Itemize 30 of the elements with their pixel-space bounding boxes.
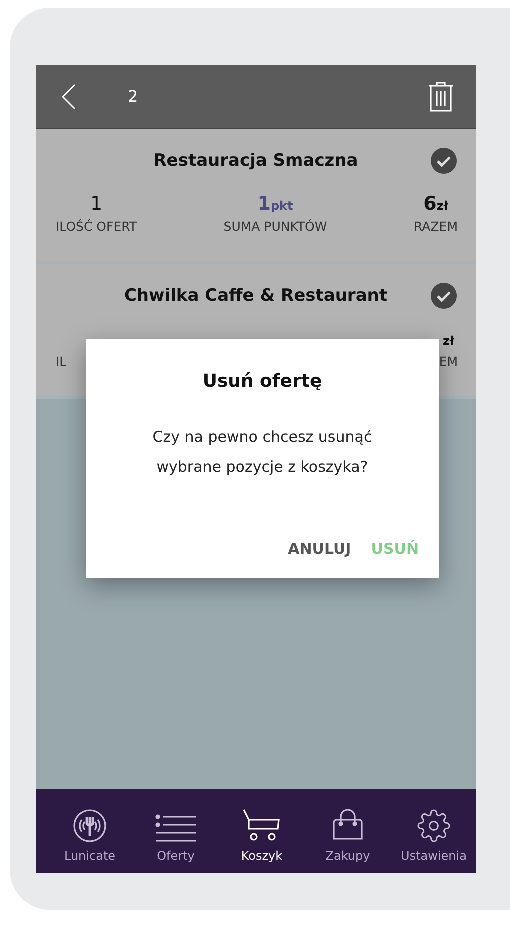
- nav-tab[interactable]: Koszyk: [222, 789, 302, 873]
- cart-icon: [243, 809, 281, 843]
- stat-value: zł: [442, 333, 454, 350]
- cancel-button[interactable]: ANULUJ: [288, 540, 352, 558]
- list-icon: [155, 813, 197, 843]
- dialog-title: Usuń ofertę: [202, 371, 322, 392]
- fork-logo-icon: [73, 809, 107, 843]
- stat-label: SUMA PUNKTÓW: [224, 219, 328, 234]
- stat-value: 1: [90, 193, 103, 215]
- restaurant-name: Restauracja Smaczna: [154, 151, 358, 171]
- stat-value: 6zł: [424, 193, 448, 215]
- dialog-message: Czy na pewno chcesz usunąć wybrane pozycje z koszyka?: [152, 427, 374, 478]
- bag-icon: [331, 809, 365, 843]
- nav-tab[interactable]: Zakupy: [308, 789, 388, 873]
- nav-tab[interactable]: Oferty: [136, 789, 216, 873]
- settings-icon: [417, 809, 451, 843]
- restaurant-name: Chwilka Caffe & Restaurant: [124, 286, 388, 306]
- nav-tab[interactable]: Lunicate: [50, 789, 130, 873]
- restaurant-card[interactable]: Restauracja Smaczna 1 ILOŚĆ OFERT 1pkt SUMA PUNKTÓW 6zł RAZEM: [36, 129, 476, 264]
- stat-label: RAZEM: [414, 219, 458, 234]
- trash-button[interactable]: [428, 80, 454, 112]
- stat-label: EM: [439, 354, 458, 369]
- check-icon[interactable]: [431, 283, 457, 309]
- stat-label: IL: [56, 354, 67, 369]
- selected-count: 2: [128, 87, 140, 106]
- check-icon[interactable]: [431, 148, 457, 174]
- back-button[interactable]: [62, 84, 76, 110]
- stat-label: ILOŚĆ OFERT: [56, 219, 138, 234]
- stat-value: 1pkt: [258, 193, 294, 215]
- nav-tab[interactable]: Ustawienia: [394, 789, 474, 873]
